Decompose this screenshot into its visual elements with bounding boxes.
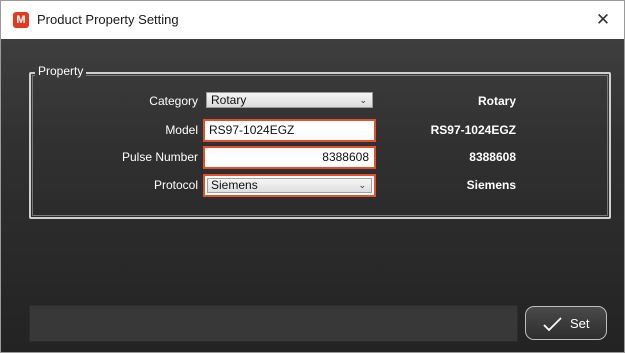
category-select-value: Rotary (211, 93, 247, 107)
set-button-label: Set (570, 316, 590, 331)
category-current-value: Rotary (477, 94, 516, 108)
protocol-current-value: Siemens (466, 178, 516, 192)
window-client-area: Property Category Rotary ⌄ Rotary Model … (1, 39, 624, 352)
pulse-number-current-value: 8388608 (469, 150, 516, 164)
status-message-box (29, 305, 518, 342)
model-input[interactable]: RS97-1024EGZ (207, 123, 372, 138)
chevron-down-icon: ⌄ (358, 180, 366, 190)
protocol-select-value: Siemens (211, 178, 258, 192)
pulse-number-label: Pulse Number (121, 150, 198, 164)
model-highlight-box: RS97-1024EGZ (203, 119, 376, 142)
chevron-down-icon: ⌄ (359, 95, 367, 105)
app-icon: M (13, 12, 29, 28)
title-bar: M Product Property Setting ✕ (1, 1, 624, 39)
pulse-number-input[interactable]: 8388608 (207, 150, 372, 165)
protocol-label: Protocol (153, 178, 198, 192)
model-label: Model (165, 123, 198, 137)
model-current-value: RS97-1024EGZ (430, 123, 516, 137)
category-select[interactable]: Rotary ⌄ (206, 92, 373, 108)
property-group-legend: Property (35, 63, 87, 79)
category-label: Category (149, 94, 198, 108)
close-button[interactable]: ✕ (582, 1, 624, 39)
product-property-window: M Product Property Setting ✕ Property Ca… (0, 0, 625, 353)
pulse-number-highlight-box: 8388608 (203, 146, 376, 169)
window-title: Product Property Setting (37, 12, 179, 27)
protocol-select[interactable]: Siemens ⌄ (207, 178, 372, 193)
checkmark-icon (543, 317, 562, 332)
protocol-highlight-box: Siemens ⌄ (203, 174, 376, 197)
set-button[interactable]: Set (525, 306, 607, 340)
